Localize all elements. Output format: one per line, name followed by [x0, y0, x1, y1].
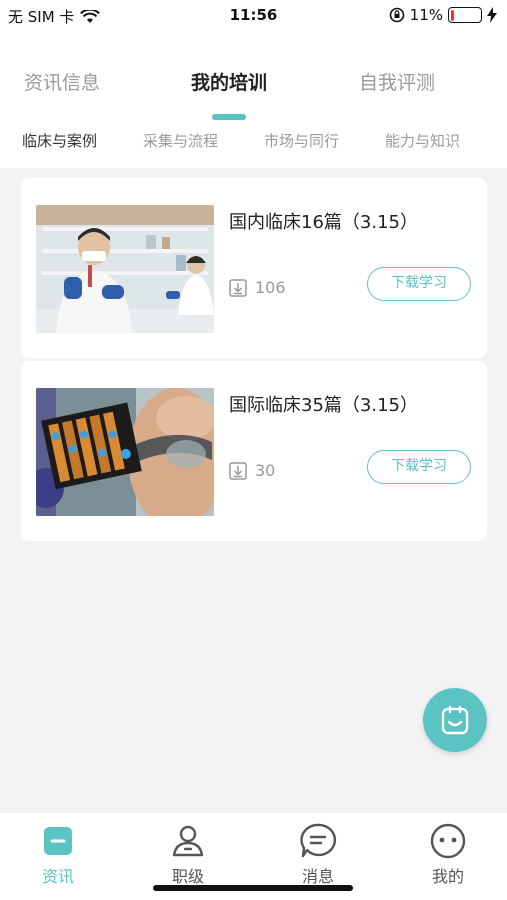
home-indicator [153, 885, 353, 891]
orientation-lock-icon [389, 7, 404, 23]
download-count: 106 [229, 278, 286, 297]
subtab-collection-process[interactable]: 采集与流程 [143, 130, 218, 151]
status-bar: 无 SIM 卡 11:56 11% [0, 0, 507, 30]
tab-news-info[interactable]: 资讯信息 [0, 68, 142, 95]
subtab-market-peers[interactable]: 市场与同行 [264, 130, 339, 151]
scientist-plate-thumbnail [36, 388, 214, 516]
nav-item-rank[interactable]: 职级 [138, 821, 238, 887]
status-right: 11% [389, 6, 497, 24]
nav-item-messages[interactable]: 消息 [268, 821, 368, 887]
download-icon [229, 461, 247, 480]
download-learn-button[interactable]: 下载学习 [367, 267, 471, 301]
card-title: 国际临床35篇（3.15） [229, 395, 418, 416]
nav-label: 职级 [171, 867, 204, 886]
battery-percent: 11% [409, 6, 443, 24]
floating-checklist-button[interactable] [423, 688, 487, 752]
rank-user-icon [172, 825, 204, 857]
active-tab-indicator [212, 114, 246, 120]
nav-label: 资讯 [41, 867, 74, 886]
nav-item-news[interactable]: 资讯 [8, 821, 108, 887]
subtab-ability-knowledge[interactable]: 能力与知识 [385, 130, 460, 151]
battery-level [450, 9, 454, 21]
tab-self-assessment[interactable]: 自我评测 [317, 68, 477, 95]
message-bubble-icon [300, 823, 337, 858]
nav-label: 我的 [431, 867, 464, 886]
main-tabs: 资讯信息 我的培训 自我评测 [0, 68, 507, 108]
download-count-value: 106 [255, 278, 286, 297]
news-icon [44, 827, 72, 855]
nav-item-profile[interactable]: 我的 [398, 821, 498, 887]
nav-label: 消息 [301, 867, 334, 886]
lab-scientist-thumbnail [36, 205, 214, 333]
subtab-clinical-cases[interactable]: 临床与案例 [22, 130, 97, 151]
download-count: 30 [229, 461, 275, 480]
sub-tabs: 临床与案例 采集与流程 市场与同行 能力与知识 [0, 130, 507, 156]
charging-bolt-icon [487, 7, 497, 23]
tab-my-training[interactable]: 我的培训 [149, 68, 309, 95]
battery-icon [448, 7, 482, 23]
header: 资讯信息 我的培训 自我评测 临床与案例 采集与流程 市场与同行 能力与知识 [0, 30, 507, 168]
download-icon [229, 278, 247, 297]
training-card[interactable]: 国内临床16篇（3.15） 106 下载学习 [21, 178, 487, 358]
training-card[interactable]: 国际临床35篇（3.15） 30 下载学习 [21, 361, 487, 541]
checklist-icon [441, 705, 469, 735]
download-learn-button[interactable]: 下载学习 [367, 450, 471, 484]
profile-face-icon [430, 823, 466, 859]
download-count-value: 30 [255, 461, 276, 480]
card-title: 国内临床16篇（3.15） [229, 212, 418, 233]
